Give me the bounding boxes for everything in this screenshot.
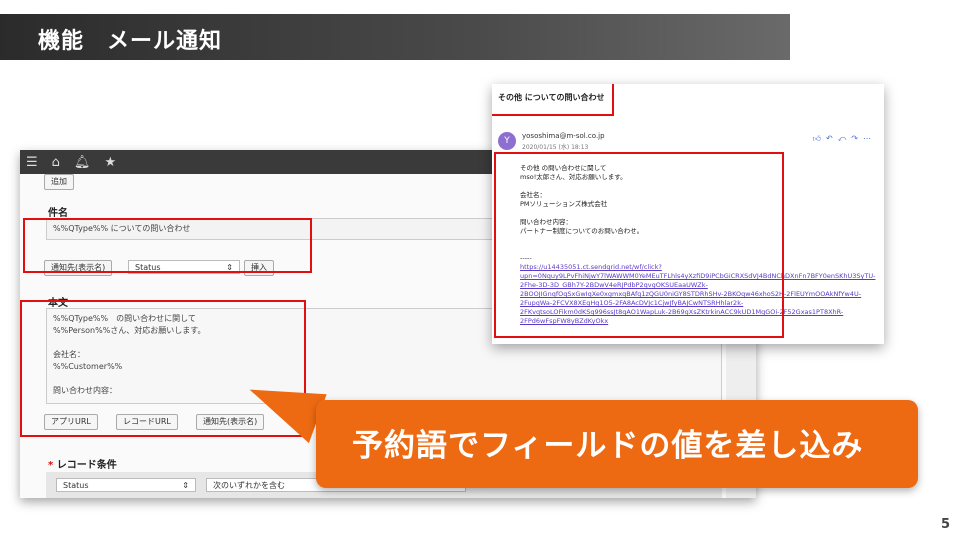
add-button[interactable]: 追加 (44, 174, 74, 190)
select-arrow-icon: ⇕ (182, 481, 189, 490)
slide-title-banner: 機能 メール通知 (0, 14, 790, 60)
record-condition-text: レコード条件 (56, 460, 117, 471)
callout-text: 予約語でフィールドの値を差し込み (352, 428, 864, 464)
like-icon[interactable]: 👍︎ (813, 134, 826, 143)
required-mark: * (48, 460, 54, 471)
email-sender[interactable]: yososhima@m-sol.co.jp (522, 132, 605, 140)
email-date: 2020/01/15 (水) 18:13 (522, 144, 589, 151)
condition-field-value: Status (63, 481, 89, 490)
more-icon[interactable]: ⋯ (863, 134, 876, 143)
page-number: 5 (940, 517, 950, 532)
slide-title: 機能 メール通知 (38, 29, 223, 54)
email-subject-highlight (492, 84, 614, 116)
forward-icon[interactable]: ↷ (851, 134, 863, 143)
home-icon[interactable]: ⌂ (52, 155, 60, 170)
condition-operator-value: 次のいずれかを含む (213, 481, 285, 490)
condition-field-select[interactable]: Status ⇕ (56, 478, 196, 492)
subject-label: 件名 (48, 208, 68, 219)
menu-icon[interactable]: ☰ (26, 155, 38, 170)
star-icon[interactable]: ★ (104, 155, 116, 170)
subject-highlight (23, 218, 312, 273)
callout-box: 予約語でフィールドの値を差し込み (316, 400, 918, 488)
email-body-highlight (494, 152, 784, 338)
bell-icon[interactable]: 🔔︎ (74, 155, 91, 170)
email-actions: 👍︎↶⤺↷⋯ (813, 134, 876, 144)
reply-icon[interactable]: ↶ (826, 134, 838, 143)
reply-all-icon[interactable]: ⤺ (838, 134, 852, 143)
avatar: Y (498, 132, 516, 150)
email-preview: その他 についての問い合わせ Y yososhima@m-sol.co.jp 2… (492, 84, 884, 344)
record-condition-label: * レコード条件 (48, 456, 117, 471)
